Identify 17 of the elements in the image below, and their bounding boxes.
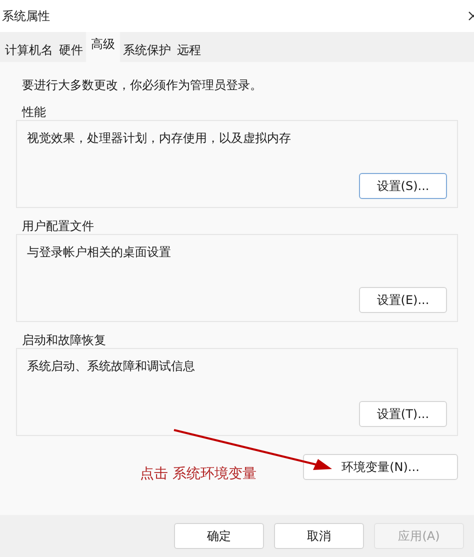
settings-button[interactable]: 设置(S)...: [359, 173, 447, 199]
annotation-text: 点击 系统环境变量: [140, 465, 256, 484]
group-description: 系统启动、系统故障和调试信息: [27, 358, 196, 375]
dialog-button[interactable]: 确定: [174, 523, 264, 549]
settings-button[interactable]: 设置(T)...: [359, 401, 447, 427]
group-title: 用户配置文件: [21, 218, 95, 234]
tab[interactable]: 高级: [86, 32, 120, 62]
group-description: 与登录帐户相关的桌面设置: [27, 244, 172, 261]
group-description: 视觉效果，处理器计划，内存使用，以及虚拟内存: [27, 130, 292, 147]
close-icon[interactable]: [468, 11, 474, 21]
admin-notice: 要进行大多数更改，你必须作为管理员登录。: [21, 77, 263, 94]
window-title: 系统属性: [2, 8, 50, 25]
environment-variables-button[interactable]: 环境变量(N)...: [303, 454, 458, 480]
group-title: 启动和故障恢复: [21, 332, 107, 348]
group-title: 性能: [20, 104, 47, 120]
settings-button[interactable]: 设置(E)...: [359, 287, 447, 313]
dialog-button[interactable]: 取消: [274, 523, 364, 549]
